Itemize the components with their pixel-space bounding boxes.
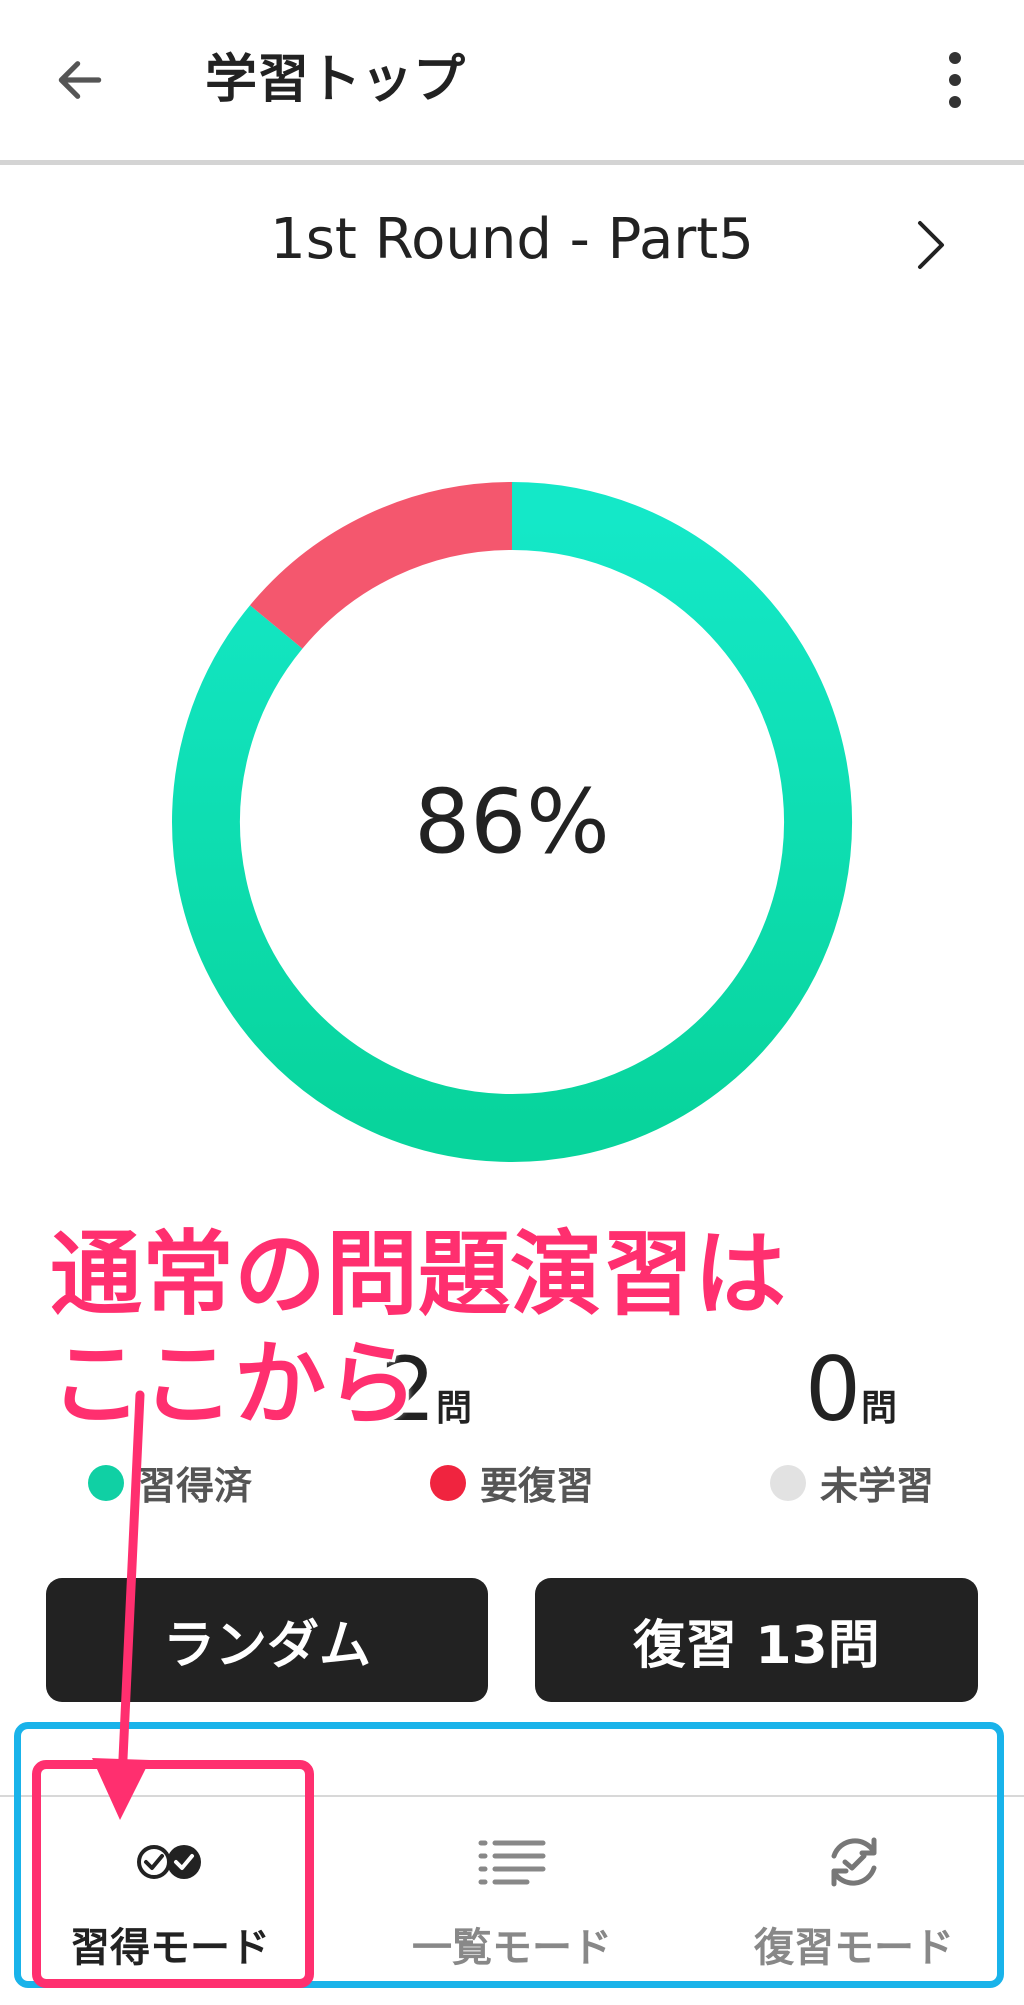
legend-review: 要復習 [430,1455,594,1510]
legend-unlearned: 未学習 [770,1455,934,1510]
annotation-frame-mastery [32,1760,314,1988]
progress-percent: 86% [414,771,610,874]
annotation-callout: 通常の問題演習は ここから [50,1221,787,1438]
review-arc [250,482,513,650]
back-button[interactable] [40,40,120,120]
more-vertical-icon [949,52,961,108]
unlearned-dot [770,1464,806,1501]
mastered-label: 習得済 [138,1464,253,1508]
progress-donut: 86% [172,482,852,1162]
round-title: 1st Round - Part5 [270,207,754,272]
mastered-dot [88,1464,124,1501]
next-round-button[interactable] [895,205,965,285]
more-menu-button[interactable] [920,40,990,120]
chevron-right-icon [918,221,944,269]
app-header: 学習トップ [0,0,1024,165]
page-title: 学習トップ [205,50,466,110]
random-button[interactable]: ランダム [46,1578,488,1702]
review-label: 要復習 [480,1464,595,1508]
review-dot [430,1464,466,1501]
legend-mastered: 習得済 [88,1455,252,1510]
unlearned-label: 未学習 [820,1464,935,1508]
arrow-left-icon [58,61,102,99]
review-button[interactable]: 復習 13問 [535,1578,978,1702]
